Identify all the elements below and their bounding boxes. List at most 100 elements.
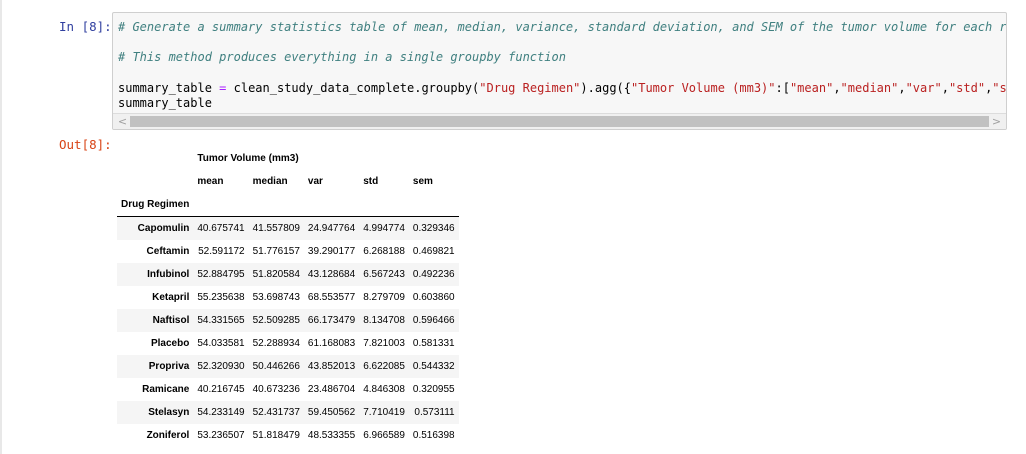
index-name-row: Drug Regimen [117,193,459,217]
header-spacer [408,193,459,217]
table-cell-median: 52.509285 [252,315,300,326]
table-cell-median: 51.818479 [252,430,300,441]
scroll-thumb[interactable] [130,116,989,127]
row-index-label: Infubinol [147,269,190,280]
table-cell-std: 8.134708 [363,315,405,326]
header-spacer [117,170,193,193]
table-row: Ramicane 40.216745 40.673236 23.486704 4.846… [117,378,459,401]
row-index-label: Placebo [150,338,190,349]
table-cell-sem: 0.581331 [412,338,455,349]
table-cell-std: 6.966589 [363,430,405,441]
row-index-label: Ketapril [152,292,190,303]
table-cell-sem: 0.573111 [414,407,455,418]
table-cell-mean: 52.884795 [197,269,245,280]
column-header-sem: sem [412,176,433,187]
row-index-label: Zoniferol [146,430,190,441]
table-cell-std: 8.279709 [363,292,405,303]
table-row: Zoniferol 53.236507 51.818479 48.533355 6.96… [117,424,459,447]
table-cell-var: 61.168083 [307,338,356,349]
column-group-header-row: Tumor Volume (mm3) [117,147,459,170]
header-spacer [193,193,249,217]
summary-dataframe: Tumor Volume (mm3) mean median var std s… [117,147,459,447]
table-cell-var: 23.486704 [307,384,356,395]
table-cell-sem: 0.329346 [412,223,455,234]
code-input-area[interactable]: # Generate a summary statistics table of… [112,12,1007,130]
table-cell-std: 7.710419 [363,407,405,418]
code-line-comment-1: # Generate a summary statistics table of… [118,20,1007,34]
column-header-row: mean median var std sem [117,170,459,193]
scroll-left-button[interactable]: < [115,114,130,129]
code-line-groupby: summary_table = clean_study_data_complet… [118,81,1007,95]
column-group-label: Tumor Volume (mm3) [197,153,299,164]
table-cell-std: 6.622085 [363,361,405,372]
output-prompt: Out[8]: [59,137,112,152]
column-header-mean: mean [197,176,224,187]
table-row: Placebo 54.033581 52.288934 61.168083 7.8210… [117,332,459,355]
table-cell-sem: 0.492236 [412,269,455,280]
table-row: Stelasyn 54.233149 52.431737 59.450562 7.710… [117,401,459,424]
table-cell-mean: 40.675741 [197,223,245,234]
horizontal-scrollbar[interactable]: < > [113,113,1006,129]
table-cell-mean: 53.236507 [197,430,245,441]
table-cell-std: 4.994774 [363,223,405,234]
table-cell-var: 48.533355 [307,430,356,441]
table-cell-var: 68.553577 [307,292,356,303]
code-editor[interactable]: # Generate a summary statistics table of… [118,13,1007,110]
table-cell-sem: 0.603860 [412,292,455,303]
row-index-label: Ceftamin [146,246,190,257]
cell-selection-edge [0,0,2,454]
table-cell-mean: 52.591172 [198,246,245,257]
row-index-label: Propriva [148,361,190,372]
table-cell-mean: 54.033581 [197,338,245,349]
table-cell-mean: 40.216745 [197,384,245,395]
table-row: Ceftamin 52.591172 51.776157 39.290177 6.268… [117,240,459,263]
table-cell-std: 6.268188 [363,246,405,257]
table-cell-median: 52.288934 [252,338,300,349]
header-spacer [303,193,360,217]
column-header-std: std [363,176,379,187]
table-cell-mean: 54.233149 [197,407,245,418]
input-prompt: In [8]: [59,19,112,34]
table-cell-sem: 0.516398 [412,430,455,441]
table-cell-var: 43.852013 [307,361,356,372]
table-row: Propriva 52.320930 50.446266 43.852013 6.622… [117,355,459,378]
table-cell-median: 50.446266 [252,361,300,372]
table-cell-var: 59.450562 [307,407,356,418]
row-index-label: Ramicane [142,384,190,395]
header-spacer [117,147,193,170]
header-spacer [248,193,304,217]
table-cell-var: 43.128684 [307,269,356,280]
row-index-label: Stelasyn [148,407,190,418]
table-row: Infubinol 52.884795 51.820584 43.128684 6.56… [117,263,459,286]
table-cell-median: 40.673236 [252,384,300,395]
table-row: Naftisol 54.331565 52.509285 66.173479 8.134… [117,309,459,332]
table-cell-mean: 55.235638 [197,292,245,303]
table-cell-sem: 0.320955 [412,384,455,395]
table-cell-mean: 52.320930 [197,361,245,372]
table-cell-mean: 54.331565 [197,315,245,326]
table-cell-std: 4.846308 [363,384,405,395]
column-header-var: var [307,176,323,187]
header-spacer [359,193,409,217]
table-cell-var: 39.290177 [307,246,356,257]
table-cell-median: 51.776157 [252,246,300,257]
row-index-label: Capomulin [137,223,190,234]
index-name: Drug Regimen [117,193,194,217]
table-cell-var: 24.947764 [307,223,356,234]
table-cell-sem: 0.469821 [412,246,455,257]
table-cell-median: 53.698743 [252,292,300,303]
column-header-median: median [252,176,288,187]
table-cell-median: 51.820584 [252,269,300,280]
table-cell-sem: 0.596466 [412,315,455,326]
table-cell-median: 52.431737 [252,407,300,418]
row-index-label: Naftisol [152,315,190,326]
table-cell-std: 6.567243 [363,269,405,280]
table-cell-var: 66.173479 [307,315,356,326]
dataframe-body: Capomulin 40.675741 41.557809 24.947764 4.99… [117,216,459,448]
scroll-right-button[interactable]: > [989,114,1004,129]
table-cell-sem: 0.544332 [412,361,455,372]
code-line-comment-2: # This method produces everything in a s… [118,50,566,64]
code-line-summary-table: summary_table [118,96,212,110]
table-cell-median: 41.557809 [252,223,300,234]
table-cell-std: 7.821003 [363,338,405,349]
